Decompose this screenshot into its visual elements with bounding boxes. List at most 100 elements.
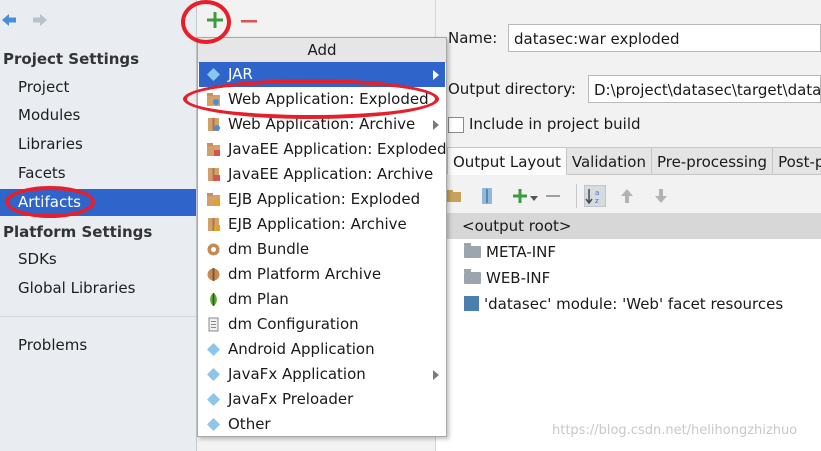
menu-item-label: Other	[228, 415, 271, 433]
tree-row-output-root[interactable]: <output root>	[436, 213, 821, 239]
toolbar-divider	[576, 184, 577, 208]
menu-item-label: JavaFx Application	[228, 365, 366, 383]
tab-post-processing[interactable]: Post-pr	[773, 147, 821, 175]
add-copy-icon[interactable]	[511, 187, 529, 205]
bundle-icon	[207, 243, 220, 256]
minus-icon	[241, 20, 257, 23]
name-label: Name:	[448, 29, 498, 47]
web-facet-icon	[464, 296, 479, 311]
meta-inf-label: META-INF	[486, 243, 557, 261]
javaee-icon	[207, 143, 220, 156]
forward-arrow-icon[interactable]	[31, 11, 49, 29]
javaee-archive-icon	[208, 168, 220, 181]
plan-icon	[210, 293, 217, 306]
popup-title: Add	[198, 38, 446, 63]
jar-icon	[207, 68, 220, 81]
settings-sidebar: Project Settings Project Modules Librari…	[0, 0, 197, 451]
folder-icon	[464, 243, 481, 258]
menu-item-web-app-archive[interactable]: Web Application: Archive	[199, 112, 445, 137]
tree-row-meta-inf[interactable]: META-INF	[464, 239, 556, 265]
archive-icon[interactable]	[478, 187, 496, 205]
menu-item-ejb-archive[interactable]: EJB Application: Archive	[199, 212, 445, 237]
svg-text:a: a	[595, 189, 599, 197]
menu-item-dm-platform-archive[interactable]: dm Platform Archive	[199, 262, 445, 287]
menu-item-label: EJB Application: Exploded	[228, 190, 421, 208]
menu-item-javaee-exploded[interactable]: JavaEE Application: Exploded	[199, 137, 447, 162]
menu-item-label: EJB Application: Archive	[228, 215, 407, 233]
include-in-build-checkbox[interactable]	[448, 117, 464, 133]
output-layout-tree: <output root> META-INF WEB-INF 'datasec'…	[436, 213, 821, 451]
menu-item-label: Web Application: Exploded	[228, 90, 429, 108]
menu-item-label: Web Application: Archive	[228, 115, 416, 133]
menu-item-label: dm Plan	[228, 290, 289, 308]
folder-icon	[464, 269, 481, 284]
web-app-icon	[207, 93, 220, 106]
menu-item-dm-bundle[interactable]: dm Bundle	[199, 237, 445, 262]
output-directory-field[interactable]: D:\project\datasec\target\datas	[588, 75, 821, 103]
sidebar-item-modules[interactable]: Modules	[0, 102, 196, 129]
menu-item-dm-configuration[interactable]: dm Configuration	[199, 312, 445, 337]
ejb-archive-icon	[208, 218, 220, 231]
artifact-tabs: Output Layout Validation Pre-processing …	[447, 147, 821, 175]
move-up-icon[interactable]	[618, 187, 636, 205]
output-root-label: <output root>	[462, 217, 572, 235]
web-archive-icon	[208, 118, 220, 131]
javafx-icon	[207, 368, 220, 381]
new-directory-icon[interactable]	[446, 187, 464, 205]
menu-item-javafx-application[interactable]: JavaFx Application	[199, 362, 445, 387]
sidebar-item-artifacts[interactable]: Artifacts	[0, 189, 196, 216]
menu-item-label: JavaFx Preloader	[228, 390, 354, 408]
menu-item-javafx-preloader[interactable]: JavaFx Preloader	[199, 387, 445, 412]
tab-pre-processing[interactable]: Pre-processing	[651, 147, 774, 175]
sidebar-item-libraries[interactable]: Libraries	[0, 131, 196, 158]
chevron-down-icon[interactable]	[530, 196, 538, 202]
add-artifact-button[interactable]	[205, 10, 225, 30]
svg-text:z: z	[595, 197, 599, 205]
submenu-arrow-icon	[433, 370, 439, 380]
submenu-arrow-icon	[433, 120, 439, 130]
back-arrow-icon[interactable]	[0, 11, 18, 29]
remove-icon[interactable]	[544, 187, 562, 205]
menu-item-jar[interactable]: JAR	[199, 62, 445, 87]
web-inf-label: WEB-INF	[486, 269, 551, 287]
menu-item-label: JavaEE Application: Exploded	[228, 140, 447, 158]
tree-row-web-inf[interactable]: WEB-INF	[464, 265, 550, 291]
menu-item-label: dm Bundle	[228, 240, 310, 258]
output-directory-label: Output directory:	[448, 80, 576, 98]
menu-item-other[interactable]: Other	[199, 412, 445, 437]
move-down-icon[interactable]	[652, 187, 670, 205]
menu-item-android-application[interactable]: Android Application	[199, 337, 445, 362]
tab-validation[interactable]: Validation	[566, 147, 652, 175]
tab-output-layout[interactable]: Output Layout	[447, 147, 567, 175]
tree-row-facet-resources[interactable]: 'datasec' module: 'Web' facet resources	[464, 291, 783, 317]
name-field[interactable]: datasec:war exploded	[508, 24, 821, 52]
sidebar-item-global-libraries[interactable]: Global Libraries	[0, 275, 196, 302]
sidebar-item-facets[interactable]: Facets	[0, 160, 196, 187]
sidebar-item-sdks[interactable]: SDKs	[0, 246, 196, 273]
remove-artifact-button[interactable]	[239, 11, 259, 31]
menu-item-label: JAR	[228, 65, 253, 83]
project-settings-header: Project Settings	[3, 50, 140, 68]
facet-resources-label: 'datasec' module: 'Web' facet resources	[484, 295, 784, 313]
platform-settings-header: Platform Settings	[3, 223, 153, 241]
sidebar-divider	[0, 316, 196, 317]
watermark: https://blog.csdn.net/helihongzhizhuo	[552, 423, 798, 438]
menu-item-label: Android Application	[228, 340, 375, 358]
menu-item-web-app-exploded[interactable]: Web Application: Exploded	[199, 87, 445, 112]
sidebar-item-project[interactable]: Project	[0, 74, 196, 101]
other-icon	[207, 418, 220, 431]
menu-item-label: dm Configuration	[228, 315, 359, 333]
layout-toolbar: a z	[436, 180, 821, 212]
platform-archive-icon	[207, 268, 220, 281]
menu-item-javaee-archive[interactable]: JavaEE Application: Archive	[199, 162, 445, 187]
sort-alphabetically-icon[interactable]: a z	[584, 185, 606, 207]
config-file-icon	[208, 317, 219, 332]
menu-item-dm-plan[interactable]: dm Plan	[199, 287, 445, 312]
menu-item-label: JavaEE Application: Archive	[228, 165, 434, 183]
add-artifact-popup: Add JAR Web Application: Exploded Web Ap…	[197, 37, 447, 437]
android-icon	[207, 343, 220, 356]
sidebar-item-problems[interactable]: Problems	[0, 332, 196, 359]
menu-item-label: dm Platform Archive	[228, 265, 382, 283]
menu-item-ejb-exploded[interactable]: EJB Application: Exploded	[199, 187, 445, 212]
ejb-icon	[207, 193, 220, 206]
